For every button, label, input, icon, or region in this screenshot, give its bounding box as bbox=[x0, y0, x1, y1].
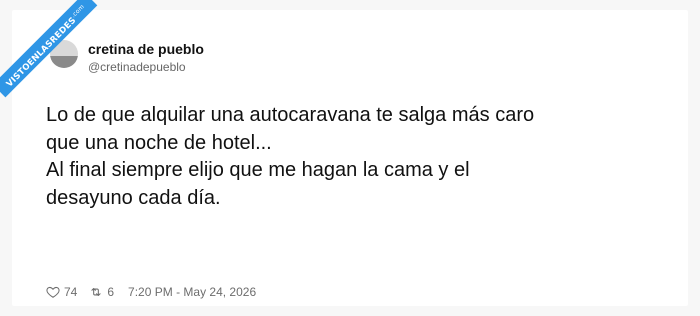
tweet-footer: 74 6 7:20 PM - May 24, 2026 bbox=[46, 284, 256, 300]
like-count: 74 bbox=[64, 285, 78, 299]
tweet-line: desayuno cada día. bbox=[46, 186, 221, 209]
heart-icon bbox=[46, 286, 60, 298]
retweet-button[interactable]: 6 bbox=[89, 285, 114, 299]
tweet-card: VISTOENLASREDES.com cretina de pueblo @c… bbox=[0, 0, 688, 306]
watermark-suffix: .com bbox=[70, 3, 86, 20]
like-button[interactable]: 74 bbox=[46, 285, 77, 299]
author-handle[interactable]: @cretinadepueblo bbox=[88, 60, 186, 74]
tweet-line: que una noche de hotel... bbox=[46, 131, 272, 154]
tweet-timestamp[interactable]: 7:20 PM - May 24, 2026 bbox=[128, 285, 256, 299]
author-name[interactable]: cretina de pueblo bbox=[88, 41, 204, 57]
tweet-line: Al final siempre elijo que me hagan la c… bbox=[46, 159, 470, 181]
retweet-count: 6 bbox=[107, 285, 115, 299]
watermark-ribbon: VISTOENLASREDES.com bbox=[0, 0, 98, 98]
tweet-text: Lo de que alquilar una autocaravana te s… bbox=[46, 102, 696, 212]
avatar-image bbox=[50, 56, 78, 68]
retweet-icon bbox=[91, 287, 101, 297]
tweet-line: Lo de que alquilar una autocaravana te s… bbox=[46, 104, 535, 126]
